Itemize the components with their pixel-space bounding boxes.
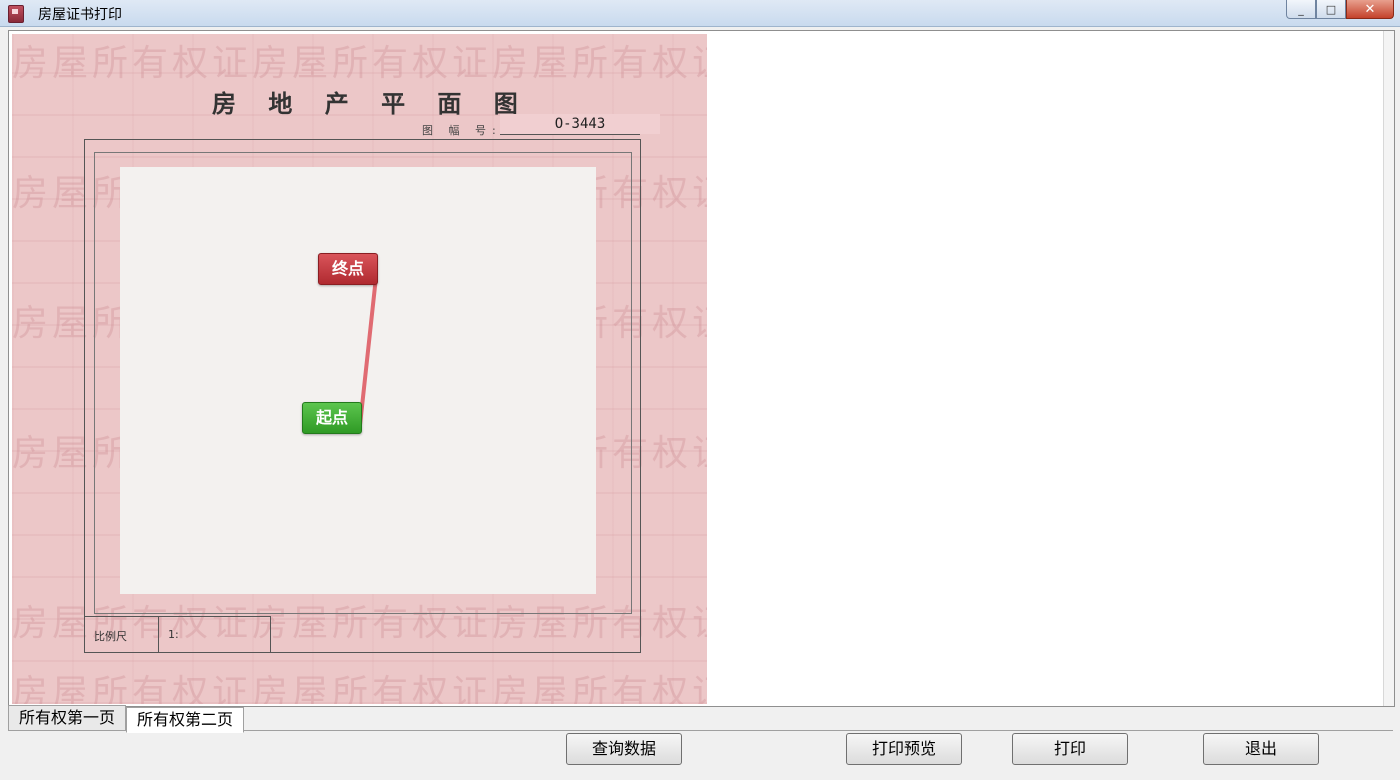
sheet-number-label: 图 幅 号: [422,124,502,137]
route-segment [358,275,378,427]
start-point-marker: 起点 [302,402,362,434]
app-icon [8,5,24,23]
watermark-row: 房屋所有权证房屋所有权证房屋所有权证 [12,43,707,84]
query-data-button[interactable]: 查询数据 [566,733,682,765]
title-bar[interactable]: 房屋证书打印 _ □ ✕ [0,0,1400,27]
tab-strip: 所有权第一页 所有权第二页 [8,705,245,733]
watermark-row: 房屋所有权证房屋所有权证房屋所有权证 [12,673,707,704]
print-preview-button[interactable]: 打印预览 [846,733,962,765]
certificate-page: 房屋所有权证房屋所有权证房屋所有权证 房屋所有权证房屋所有权证房屋所有权证 房屋… [12,34,707,704]
scale-value: 1: [168,628,179,641]
window-title: 房屋证书打印 [38,7,122,23]
sheet-underline [500,134,640,135]
floor-plan-drawing: 终点 起点 [120,167,596,594]
maximize-button[interactable]: □ [1316,0,1346,19]
tab-ownership-page-2[interactable]: 所有权第二页 [126,707,245,733]
print-button[interactable]: 打印 [1012,733,1128,765]
scale-box: 比例尺 1: [84,616,271,652]
preview-area: 房屋所有权证房屋所有权证房屋所有权证 房屋所有权证房屋所有权证房屋所有权证 房屋… [8,30,1395,707]
scale-divider [158,617,159,652]
minimize-button[interactable]: _ [1286,0,1316,19]
route-line [358,275,378,427]
sheet-number-value: O-3443 [500,114,660,134]
scale-label: 比例尺 [94,630,127,643]
end-point-marker: 终点 [318,253,378,285]
certificate-title: 房 地 产 平 面 图 [212,89,530,118]
vertical-scrollbar[interactable] [1383,31,1394,706]
exit-button[interactable]: 退出 [1203,733,1319,765]
tab-ownership-page-1[interactable]: 所有权第一页 [8,705,127,731]
close-button[interactable]: ✕ [1346,0,1394,19]
window-controls: _ □ ✕ [1286,0,1394,19]
